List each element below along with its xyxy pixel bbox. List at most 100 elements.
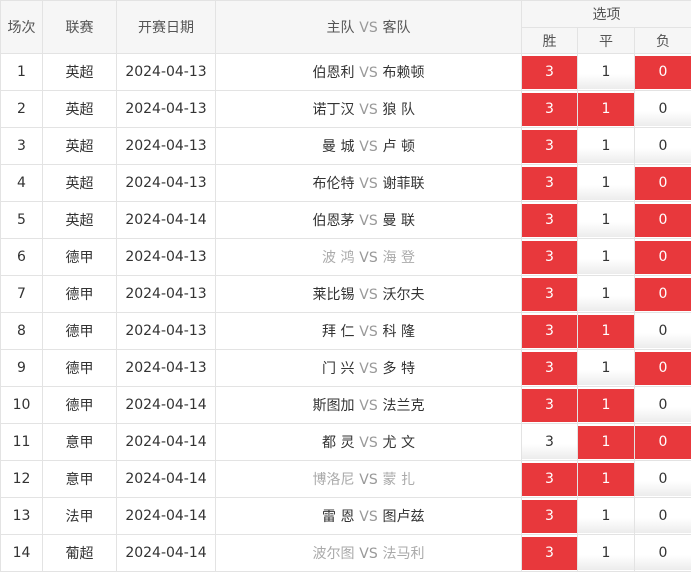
draw-option[interactable]: 1 [578, 277, 634, 311]
win-option-cell: 3 [521, 127, 578, 165]
draw-option[interactable]: 1 [578, 240, 634, 274]
draw-option[interactable]: 1 [578, 203, 634, 237]
draw-option[interactable]: 1 [578, 425, 634, 459]
win-option-cell: 3 [521, 497, 578, 535]
loss-option[interactable]: 0 [635, 462, 691, 496]
loss-option-cell: 0 [633, 312, 691, 350]
match-date: 2024-04-13 [116, 238, 216, 276]
win-option-cell: 3 [521, 90, 578, 128]
round-number: 1 [0, 53, 43, 91]
draw-option[interactable]: 1 [578, 92, 634, 126]
match-date: 2024-04-13 [116, 90, 216, 128]
table-body: 1 英超 2024-04-13 伯恩利 VS 布赖顿 3 1 0 2 英超 2024-04-13 诺丁汉… [0, 53, 691, 572]
round-number: 4 [0, 164, 43, 202]
loss-option[interactable]: 0 [635, 277, 691, 311]
win-option[interactable]: 3 [522, 55, 577, 89]
home-team: 斯图加 [312, 398, 355, 414]
loss-option[interactable]: 0 [635, 499, 691, 533]
loss-option[interactable]: 0 [635, 129, 691, 163]
draw-option[interactable]: 1 [578, 462, 634, 496]
match-teams: 博洛尼 VS 蒙 扎 [215, 460, 522, 498]
table-row: 11 意甲 2024-04-14 都 灵 VS 尤 文310 [0, 423, 691, 461]
loss-option-cell: 0 [633, 164, 691, 202]
table-row: 7 德甲 2024-04-13 莱比锡 VS 沃尔夫 3 1 0 [0, 275, 691, 313]
table-row: 4 英超 2024-04-13 布伦特 VS 谢菲联 3 1 0 [0, 164, 691, 202]
round-number: 2 [0, 90, 43, 128]
round-number: 8 [0, 312, 43, 350]
loss-option[interactable]: 0 [635, 92, 691, 126]
loss-option[interactable]: 0 [635, 166, 691, 200]
league-name: 德甲 [42, 275, 117, 313]
table-row: 8 德甲 2024-04-13 拜 仁 VS 科 隆310 [0, 312, 691, 350]
win-option[interactable]: 3 [522, 536, 577, 570]
loss-option-cell: 0 [633, 275, 691, 313]
win-option[interactable]: 3 [522, 314, 577, 348]
draw-option[interactable]: 1 [578, 166, 634, 200]
win-option[interactable]: 3 [522, 166, 577, 200]
loss-option[interactable]: 0 [635, 240, 691, 274]
win-option[interactable]: 3 [522, 203, 577, 237]
loss-option[interactable]: 0 [635, 314, 691, 348]
draw-option[interactable]: 1 [578, 351, 634, 385]
away-team: 图卢兹 [382, 509, 425, 525]
home-team: 曼 城 [322, 139, 355, 155]
win-option-cell: 3 [521, 275, 578, 313]
win-option[interactable]: 3 [522, 425, 577, 459]
win-option[interactable]: 3 [522, 129, 577, 163]
away-team: 法马利 [382, 546, 425, 562]
draw-option[interactable]: 1 [578, 388, 634, 422]
table-row: 12 意甲 2024-04-14 博洛尼 VS 蒙 扎310 [0, 460, 691, 498]
league-name: 德甲 [42, 238, 117, 276]
win-option-cell: 3 [521, 312, 578, 350]
match-date: 2024-04-13 [116, 53, 216, 91]
round-number: 12 [0, 460, 43, 498]
win-option[interactable]: 3 [522, 351, 577, 385]
match-table-container: 场次 联赛 开赛日期 主队 VS 客队 选项 胜 平 负 1 英超 2024-04-13… [0, 0, 691, 578]
vs-label: VS [359, 65, 378, 81]
home-team: 伯恩利 [312, 65, 355, 81]
draw-option-cell: 1 [577, 127, 635, 165]
loss-option[interactable]: 0 [635, 55, 691, 89]
match-date: 2024-04-13 [116, 164, 216, 202]
win-option-cell: 3 [521, 201, 578, 239]
draw-option-cell: 1 [577, 53, 635, 91]
col-match-header: 主队 VS 客队 [215, 0, 522, 54]
round-number: 5 [0, 201, 43, 239]
win-option[interactable]: 3 [522, 277, 577, 311]
away-team: 曼 联 [382, 213, 415, 229]
home-team: 波尔图 [312, 546, 355, 562]
home-team: 诺丁汉 [312, 102, 355, 118]
away-team: 法兰克 [382, 398, 425, 414]
home-team: 博洛尼 [312, 472, 355, 488]
draw-option[interactable]: 1 [578, 499, 634, 533]
match-teams: 伯恩茅 VS 曼 联 [215, 201, 522, 239]
home-team: 雷 恩 [322, 509, 355, 525]
home-team: 拜 仁 [322, 324, 355, 340]
draw-option-cell: 1 [577, 238, 635, 276]
loss-option[interactable]: 0 [635, 203, 691, 237]
draw-option[interactable]: 1 [578, 314, 634, 348]
loss-option[interactable]: 0 [635, 388, 691, 422]
draw-option[interactable]: 1 [578, 536, 634, 570]
win-option[interactable]: 3 [522, 240, 577, 274]
round-number: 13 [0, 497, 43, 535]
win-option[interactable]: 3 [522, 499, 577, 533]
vs-label: VS [359, 398, 378, 414]
round-number: 9 [0, 349, 43, 387]
match-teams: 门 兴 VS 多 特 [215, 349, 522, 387]
draw-option-cell: 1 [577, 423, 635, 461]
table-row: 14 葡超 2024-04-14 波尔图 VS 法马利 3 1 0 [0, 534, 691, 572]
league-name: 意甲 [42, 460, 117, 498]
win-option[interactable]: 3 [522, 462, 577, 496]
loss-option[interactable]: 0 [635, 536, 691, 570]
draw-option[interactable]: 1 [578, 55, 634, 89]
draw-option[interactable]: 1 [578, 129, 634, 163]
loss-option[interactable]: 0 [635, 351, 691, 385]
col-draw-header: 平 [577, 27, 635, 54]
loss-option[interactable]: 0 [635, 425, 691, 459]
loss-option-cell: 0 [633, 460, 691, 498]
win-option[interactable]: 3 [522, 388, 577, 422]
match-date: 2024-04-14 [116, 534, 216, 572]
round-number: 10 [0, 386, 43, 424]
win-option[interactable]: 3 [522, 92, 577, 126]
